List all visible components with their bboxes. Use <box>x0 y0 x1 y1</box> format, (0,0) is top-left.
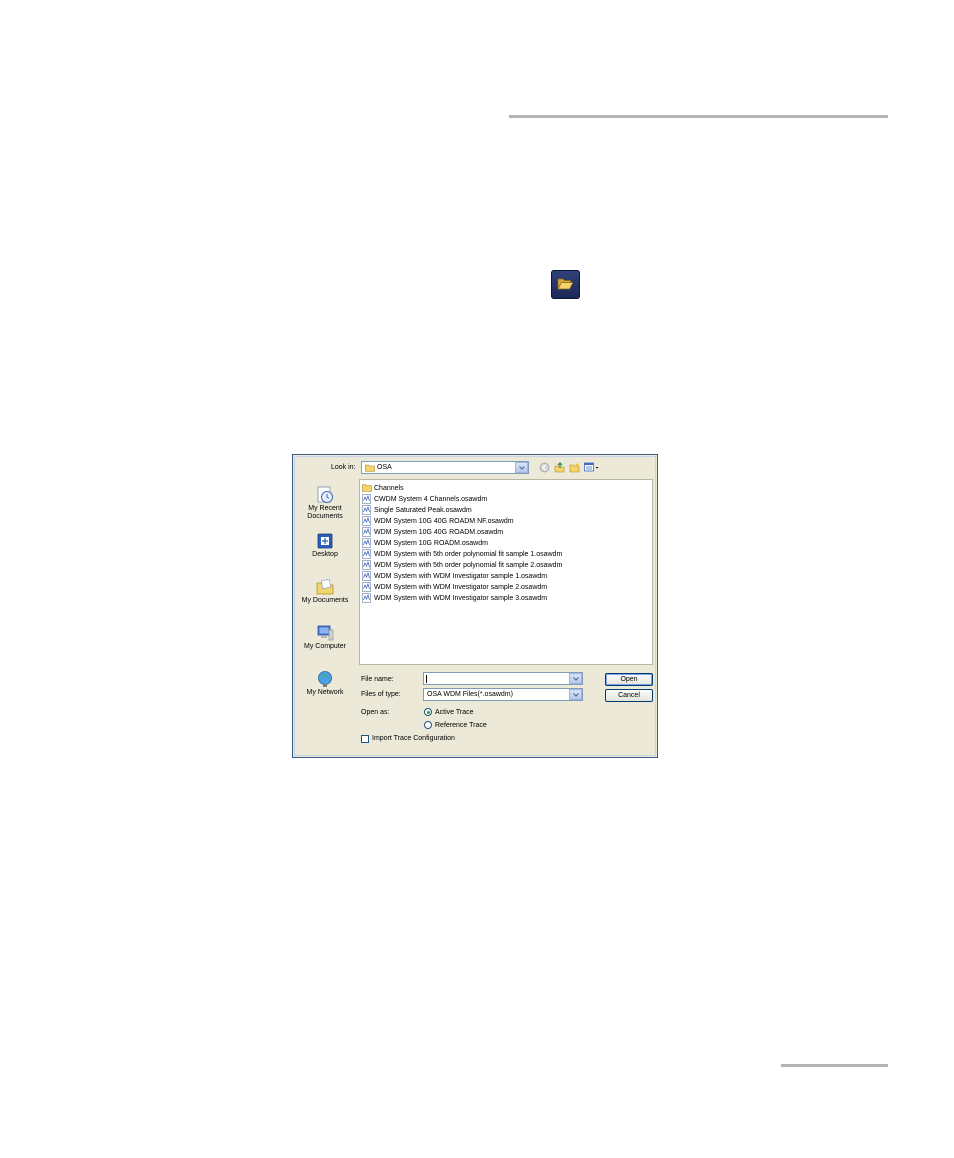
back-icon[interactable] <box>539 462 550 473</box>
file-name: WDM System 10G 40G ROADM.osawdm <box>374 529 504 536</box>
desktop-icon <box>317 533 333 549</box>
place-label: My Recent Documents <box>307 505 343 520</box>
place-my-network[interactable]: My Network <box>296 669 354 697</box>
recent-documents-icon <box>317 486 333 503</box>
look-in-label: Look in: <box>331 464 356 471</box>
folder-icon <box>362 484 372 492</box>
osawdm-file-icon <box>362 582 371 592</box>
file-name: WDM System 10G ROADM.osawdm <box>374 540 488 547</box>
my-documents-icon <box>316 579 334 595</box>
folder-icon <box>365 464 375 472</box>
import-trace-configuration-label[interactable]: Import Trace Configuration <box>372 735 455 742</box>
file-name-dropdown-button[interactable] <box>569 673 582 684</box>
osawdm-file-icon <box>362 494 371 504</box>
file-name: WDM System with 5th order polynomial fit… <box>374 562 563 569</box>
file-name: Single Saturated Peak.osawdm <box>374 507 472 514</box>
active-trace-label[interactable]: Active Trace <box>435 709 474 716</box>
file-name: Channels <box>374 485 404 492</box>
osawdm-file-icon <box>362 560 371 570</box>
osawdm-file-icon <box>362 516 371 526</box>
place-my-documents[interactable]: My Documents <box>296 577 354 605</box>
osawdm-file-icon <box>362 593 371 603</box>
file-list[interactable]: Channels CWDM System 4 Channels.osawdm S… <box>359 479 653 665</box>
file-name-label: File name: <box>361 676 394 683</box>
place-label: My Computer <box>303 643 346 650</box>
new-folder-icon[interactable] <box>569 462 580 473</box>
file-name: WDM System with WDM Investigator sample … <box>374 584 548 591</box>
osawdm-file-icon <box>362 549 371 559</box>
place-my-recent-documents[interactable]: My Recent Documents <box>296 485 354 521</box>
header-rule <box>509 115 888 118</box>
place-label: Desktop <box>312 551 338 558</box>
file-type-value: OSA WDM Files(*.osawdm) <box>427 691 513 698</box>
file-name: WDM System with WDM Investigator sample … <box>374 573 548 580</box>
look-in-dropdown-button[interactable] <box>515 462 528 473</box>
osawdm-file-icon <box>362 571 371 581</box>
look-in-combo[interactable]: OSA <box>361 461 529 474</box>
places-bar: My Recent Documents Desktop My Documents <box>296 479 354 731</box>
place-label: My Documents <box>301 597 349 604</box>
chevron-down-icon <box>573 677 579 681</box>
import-trace-configuration-checkbox[interactable] <box>361 735 369 743</box>
file-name: CWDM System 4 Channels.osawdm <box>374 496 488 503</box>
file-type-label: Files of type: <box>361 691 401 698</box>
reference-trace-label[interactable]: Reference Trace <box>435 722 487 729</box>
osawdm-file-icon <box>362 527 371 537</box>
cancel-button[interactable]: Cancel <box>605 689 653 702</box>
my-computer-icon <box>317 625 334 641</box>
file-name: WDM System 10G 40G ROADM NF.osawdm <box>374 518 514 525</box>
osawdm-file-icon <box>362 538 371 548</box>
file-name: WDM System with WDM Investigator sample … <box>374 595 548 602</box>
text-caret <box>426 675 427 683</box>
place-label: My Network <box>306 689 344 696</box>
file-type-select[interactable]: OSA WDM Files(*.osawdm) <box>423 688 583 701</box>
open-file-button[interactable] <box>551 270 580 299</box>
open-button[interactable]: Open <box>605 673 653 686</box>
open-as-label: Open as: <box>361 709 390 716</box>
place-desktop[interactable]: Desktop <box>296 531 354 559</box>
look-in-value: OSA <box>377 464 392 471</box>
open-folder-icon <box>557 278 574 290</box>
my-network-icon <box>318 671 332 687</box>
file-type-dropdown-button[interactable] <box>569 689 582 700</box>
open-file-dialog: Look in: OSA My Recent Documents Desktop… <box>292 454 658 758</box>
file-name: WDM System with 5th order polynomial fit… <box>374 551 563 558</box>
chevron-down-icon <box>519 466 525 470</box>
place-my-computer[interactable]: My Computer <box>296 623 354 651</box>
active-trace-radio[interactable] <box>424 708 432 716</box>
up-folder-icon[interactable] <box>554 462 565 473</box>
chevron-down-icon <box>573 693 579 697</box>
osawdm-file-icon <box>362 505 371 515</box>
footer-rule <box>781 1064 888 1067</box>
views-menu-icon[interactable] <box>584 462 600 473</box>
reference-trace-radio[interactable] <box>424 721 432 729</box>
file-name-input[interactable] <box>423 672 583 685</box>
